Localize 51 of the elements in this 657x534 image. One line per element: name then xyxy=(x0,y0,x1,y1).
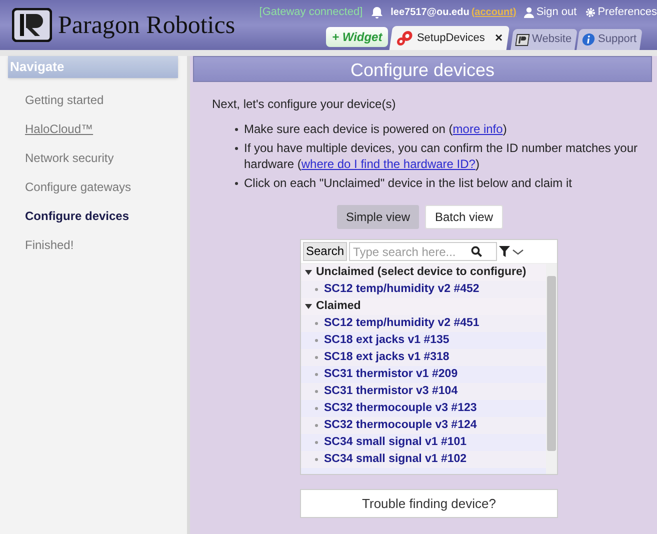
sign-out-link[interactable]: Sign out xyxy=(524,4,577,20)
device-row[interactable]: SC12 temp/humidity v2 #451 xyxy=(301,315,546,332)
group-label: Claimed xyxy=(316,298,361,314)
device-row[interactable]: SC18 ext jacks v1 #318 xyxy=(301,349,546,366)
search-icon xyxy=(471,246,482,257)
sidebar-title: Navigate xyxy=(8,56,178,78)
group-label: Unclaimed (select device to configure) xyxy=(316,264,526,280)
bullet-icon xyxy=(235,147,238,150)
tab[interactable]: Website xyxy=(510,29,577,50)
settings-icon xyxy=(584,6,596,18)
page-title: Configure devices xyxy=(193,56,652,82)
close-icon[interactable]: × xyxy=(495,28,503,48)
help-link[interactable]: more info xyxy=(452,122,503,136)
bell-icon xyxy=(370,6,383,19)
view-button[interactable]: Simple view xyxy=(336,205,419,229)
nav-link[interactable]: Configure gateways xyxy=(25,180,132,194)
device-row[interactable]: SC32 thermocouple v3 #124 xyxy=(301,417,546,434)
nav-link[interactable]: Network security xyxy=(25,151,114,165)
nav-link[interactable]: HaloCloud™ xyxy=(25,122,94,136)
view-button[interactable]: Batch view xyxy=(425,205,504,229)
device-row[interactable]: SC31 thermistor v3 #104 xyxy=(301,383,546,400)
bullet-text: Click on each "Unclaimed" device in the list below and claim it xyxy=(244,175,572,191)
logo-icon xyxy=(12,8,52,42)
scrollbar[interactable] xyxy=(546,264,557,474)
gateway-status: [Gateway connected] xyxy=(259,5,363,20)
device-row[interactable]: SC34 small signal v1 #102 xyxy=(301,451,546,468)
help-link[interactable]: where do I find the hardware ID? xyxy=(301,157,476,171)
user-email: lee7517@ou.edu xyxy=(390,6,470,20)
filter-icon[interactable] xyxy=(499,246,510,257)
logo-icon xyxy=(514,34,530,46)
bullet-icon xyxy=(235,128,238,131)
chevron-down-icon[interactable] xyxy=(512,248,524,256)
caret-icon[interactable] xyxy=(305,269,312,276)
bullet-icon xyxy=(235,182,238,185)
trouble-finding-button[interactable]: Trouble finding device? xyxy=(300,489,558,518)
intro-text: Next, let's configure your device(s) xyxy=(212,96,397,113)
search-button[interactable]: Search xyxy=(303,242,348,261)
tab[interactable]: SetupDevices × xyxy=(390,26,510,50)
user-icon xyxy=(524,6,534,18)
caret-icon[interactable] xyxy=(305,303,312,310)
nav-link[interactable]: Getting started xyxy=(25,93,104,107)
bullet-text: If you have multiple devices, you can confirm the ID number matches your hardware (where do I find the hardware ID?) xyxy=(244,140,639,172)
logo-text: Paragon Robotics xyxy=(58,12,236,38)
nav-link[interactable]: Configure devices xyxy=(25,209,130,223)
info-icon xyxy=(581,33,596,46)
tab[interactable]: Support xyxy=(576,29,642,50)
nav-link[interactable]: Finished! xyxy=(25,238,74,252)
device-row[interactable]: SC12 temp/humidity v2 #452 xyxy=(301,281,546,298)
preferences-link[interactable]: Preferences xyxy=(584,4,657,20)
bullet-text: Make sure each device is powered on (more info) xyxy=(244,121,507,137)
search-field[interactable]: Type search here... xyxy=(349,242,498,261)
